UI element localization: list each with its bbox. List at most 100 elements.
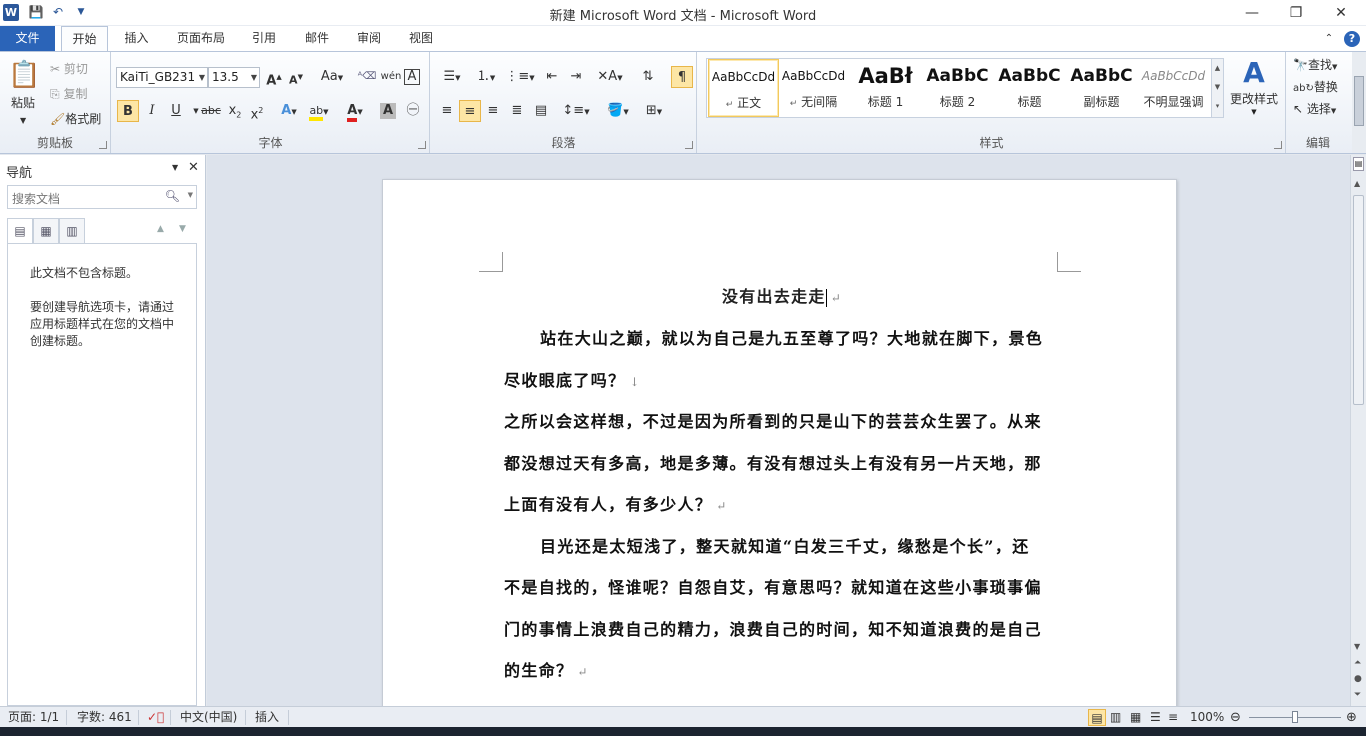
line-spacing-icon[interactable]: ↕≡▼ <box>561 100 591 122</box>
restore-icon[interactable]: ❐ <box>1273 0 1319 26</box>
proofing-icon[interactable]: ✓⃠ <box>147 709 164 726</box>
tab-file[interactable]: 文件 <box>0 26 55 51</box>
tab-references[interactable]: 引用 <box>244 26 284 51</box>
increase-indent-icon[interactable]: ⇥ <box>565 66 587 88</box>
shading-icon[interactable]: 🪣▼ <box>603 100 633 122</box>
tab-insert[interactable]: 插入 <box>114 26 159 51</box>
clear-formatting-icon[interactable]: ᴬ⌫ <box>356 66 378 88</box>
copy-button[interactable]: ⎘ 复制 <box>50 85 87 103</box>
paragraph-launcher-icon[interactable] <box>685 141 693 149</box>
change-styles-button[interactable]: A 更改样式 ▼ <box>1228 56 1280 126</box>
browse-results-tab[interactable]: ▥ <box>59 218 85 244</box>
paste-button[interactable]: 粘贴 <box>11 94 35 112</box>
show-formatting-marks-icon[interactable]: ¶ <box>671 66 693 88</box>
sort-icon[interactable]: ⇅ <box>637 66 659 88</box>
change-case-icon[interactable]: Aa▼ <box>317 66 347 88</box>
browse-pages-tab[interactable]: ▦ <box>33 218 59 244</box>
font-color-icon[interactable]: A▼ <box>344 100 366 122</box>
justify-icon[interactable]: ≣ <box>506 100 528 122</box>
multilevel-list-icon[interactable]: ⋮≡▼ <box>505 66 535 88</box>
align-center-icon[interactable]: ≡ <box>459 100 481 122</box>
draft-view-icon[interactable]: ≡ <box>1168 709 1178 726</box>
next-page-icon[interactable]: ⏷ <box>1354 690 1361 700</box>
minimize-icon[interactable]: — <box>1229 0 1275 26</box>
tab-page-layout[interactable]: 页面布局 <box>170 26 232 51</box>
zoom-slider-thumb[interactable] <box>1292 711 1298 723</box>
browse-headings-tab[interactable]: ▤ <box>7 218 33 244</box>
scroll-up-icon[interactable]: ▲ <box>1354 179 1360 188</box>
highlight-color-icon[interactable]: ab▼ <box>308 100 330 122</box>
pane-close-icon[interactable]: ✕ <box>188 160 199 175</box>
ribbon-scrollbar[interactable] <box>1352 52 1366 153</box>
numbering-icon[interactable]: ⒈▼ <box>471 66 501 88</box>
zoom-out-icon[interactable]: ⊖ <box>1230 709 1241 726</box>
paste-dropdown-icon[interactable]: ▼ <box>20 112 26 130</box>
style-subtitle[interactable]: AaBbC 副标题 <box>1066 59 1137 117</box>
strikethrough-button[interactable]: abc <box>200 100 222 122</box>
bullets-icon[interactable]: ☰▼ <box>437 66 467 88</box>
print-layout-view-icon[interactable]: ▤ <box>1088 709 1106 726</box>
italic-button[interactable]: I <box>141 100 163 122</box>
scroll-down-icon[interactable]: ▼ <box>1354 642 1360 651</box>
search-options-icon[interactable]: ▼ <box>188 191 193 199</box>
zoom-in-icon[interactable]: ⊕ <box>1346 709 1357 726</box>
outline-view-icon[interactable]: ☰ <box>1150 709 1161 726</box>
document-page[interactable]: 没有出去走走 ↵ 站在大山之巅，就以为自己是九五至尊了吗？大地就在脚下，景色 尽收眼… <box>382 179 1177 719</box>
zoom-level[interactable]: 100% <box>1190 709 1224 726</box>
enclose-characters-icon[interactable]: ㊀ <box>402 100 424 122</box>
tab-mailings[interactable]: 邮件 <box>297 26 337 51</box>
replace-button[interactable]: ab↻替换 <box>1293 78 1338 98</box>
cut-button[interactable]: ✂ 剪切 <box>50 60 88 78</box>
asian-layout-icon[interactable]: ✕A▼ <box>595 66 625 88</box>
tab-home[interactable]: 开始 <box>61 26 108 52</box>
grow-font-icon[interactable]: A▲ <box>263 66 285 88</box>
decrease-indent-icon[interactable]: ⇤ <box>541 66 563 88</box>
word-count[interactable]: 字数: 461 <box>77 709 132 726</box>
previous-page-icon[interactable]: ⏶ <box>1354 658 1361 668</box>
tab-view[interactable]: 视图 <box>401 26 441 51</box>
search-icon[interactable]: 🔍︎ <box>165 189 180 203</box>
browse-object-icon[interactable]: ● <box>1354 674 1362 684</box>
help-icon[interactable]: ? <box>1342 26 1362 51</box>
font-size-combo[interactable]: 13.5 ▼ <box>208 67 260 88</box>
styles-gallery-scroll[interactable]: ▲ ▼ ▾ <box>1211 59 1223 117</box>
minimize-ribbon-icon[interactable]: ⌃ <box>1320 26 1338 51</box>
style-heading-1[interactable]: AaBł 标题 1 <box>850 59 921 117</box>
tab-review[interactable]: 审阅 <box>349 26 389 51</box>
clipboard-launcher-icon[interactable] <box>99 141 107 149</box>
language-indicator[interactable]: 中文(中国) <box>180 709 237 726</box>
style-no-spacing[interactable]: AaBbCcDd ↵ 无间隔 <box>778 59 849 117</box>
font-launcher-icon[interactable] <box>418 141 426 149</box>
select-button[interactable]: ↖ 选择▼ <box>1293 100 1336 120</box>
underline-button[interactable]: U <box>165 100 187 122</box>
style-subtle-emphasis[interactable]: AaBbCcDd 不明显强调 <box>1138 59 1209 117</box>
next-heading-icon[interactable]: ▼ <box>179 224 186 234</box>
borders-icon[interactable]: ⊞▼ <box>639 100 669 122</box>
align-left-icon[interactable]: ≡ <box>436 100 458 122</box>
character-shading-icon[interactable]: A <box>380 103 396 119</box>
search-document-input[interactable]: 搜索文档 🔍︎ ▼ <box>7 185 197 209</box>
find-button[interactable]: 🔭查找▼ <box>1293 56 1337 76</box>
text-effects-icon[interactable]: A▼ <box>278 100 300 122</box>
distributed-icon[interactable]: ▤ <box>530 100 552 122</box>
align-right-icon[interactable]: ≡ <box>482 100 504 122</box>
shrink-font-icon[interactable]: A▼ <box>285 66 307 88</box>
previous-heading-icon[interactable]: ▲ <box>157 224 164 234</box>
phonetic-guide-icon[interactable]: wén <box>380 66 402 88</box>
style-normal[interactable]: AaBbCcDd ↵ 正文 <box>708 59 779 117</box>
bold-button[interactable]: B <box>117 100 139 122</box>
ruler-toggle-icon[interactable]: ▤ <box>1353 157 1364 171</box>
character-border-icon[interactable]: A <box>404 69 420 85</box>
vertical-scrollbar[interactable]: ▤ ▲ ▼ ⏶ ● ⏷ <box>1350 155 1366 706</box>
pane-options-icon[interactable]: ▼ <box>172 163 178 172</box>
styles-launcher-icon[interactable] <box>1274 141 1282 149</box>
page-count[interactable]: 页面: 1/1 <box>8 709 59 726</box>
web-layout-icon[interactable]: ▦ <box>1130 709 1141 726</box>
format-painter-button[interactable]: 🖌格式刷 <box>50 110 101 128</box>
insert-mode-indicator[interactable]: 插入 <box>255 709 279 726</box>
superscript-button[interactable]: x2 <box>246 100 268 122</box>
style-title[interactable]: AaBbC 标题 <box>994 59 1065 117</box>
paste-icon[interactable]: 📋 <box>8 57 40 93</box>
scrollbar-thumb[interactable] <box>1353 195 1364 405</box>
subscript-button[interactable]: x2 <box>224 100 246 122</box>
